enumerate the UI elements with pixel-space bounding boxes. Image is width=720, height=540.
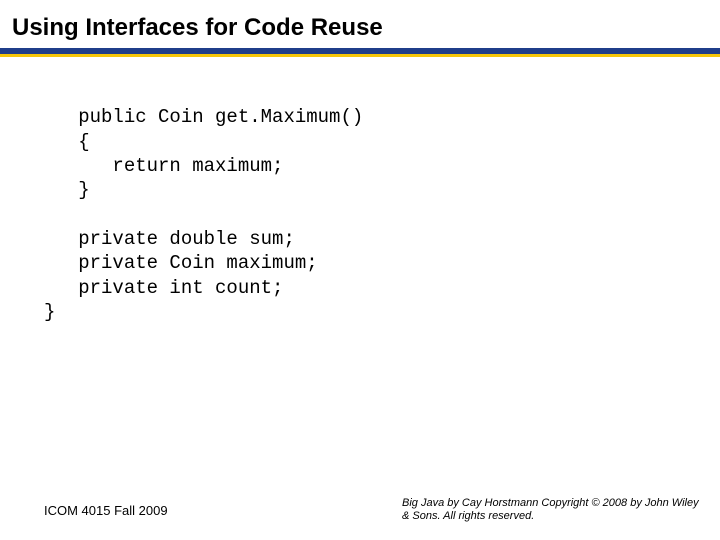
slide: Using Interfaces for Code Reuse public C…	[0, 0, 720, 540]
code-line: public Coin get.Maximum()	[44, 106, 363, 128]
content-area: public Coin get.Maximum() { return maxim…	[0, 57, 720, 324]
code-line: private int count;	[44, 277, 283, 299]
code-line: return maximum;	[44, 155, 283, 177]
copyright-label: Big Java by Cay Horstmann Copyright © 20…	[402, 497, 702, 525]
slide-title: Using Interfaces for Code Reuse	[0, 0, 720, 48]
code-line: }	[44, 179, 90, 201]
code-line: private Coin maximum;	[44, 252, 318, 274]
code-line: private double sum;	[44, 228, 295, 250]
code-line: {	[44, 131, 90, 153]
course-label: ICOM 4015 Fall 2009	[44, 503, 168, 518]
code-line: }	[44, 301, 55, 323]
code-block: public Coin get.Maximum() { return maxim…	[44, 81, 720, 324]
